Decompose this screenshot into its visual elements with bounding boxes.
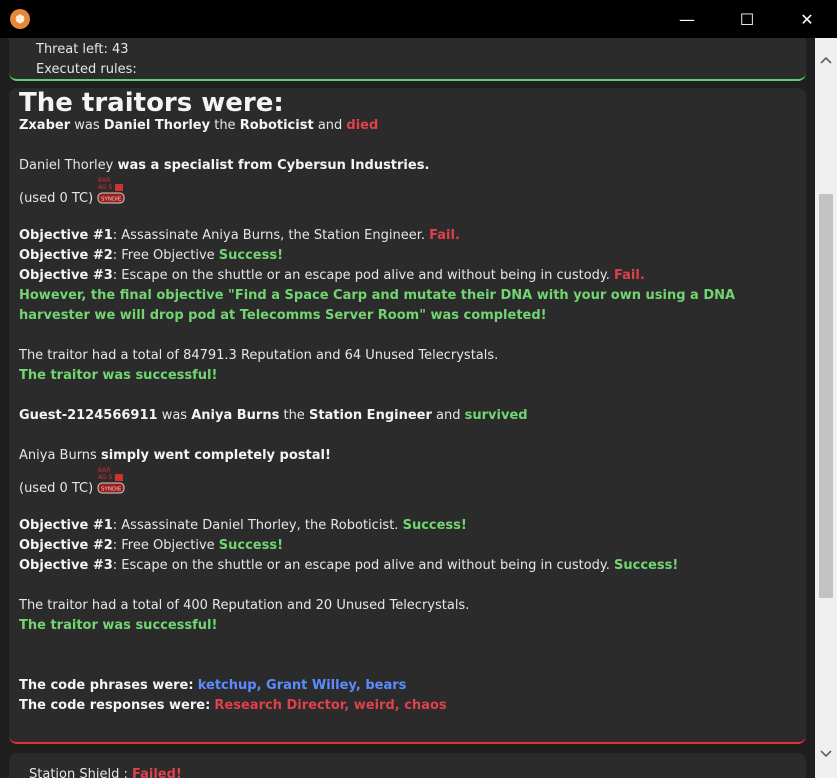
svg-text:AG S: AG S [98,474,113,481]
traitor-name: Aniya Burns [191,408,280,423]
syndicate-uplink-icon: BAR AG S SYNDIE [97,176,125,206]
vertical-scrollbar[interactable] [815,38,837,778]
traitor-1-uplink: (used 0 TC) BAR AG S SYNDIE [19,176,796,206]
traitor-1-objective-2: Objective #2: Free Objective Success! [19,248,284,263]
svg-text:SYNDIE: SYNDIE [101,487,122,493]
minimize-button[interactable]: — [657,0,717,38]
traitor-2-uplink: (used 0 TC) BAR AG S SYNDIE [19,466,796,496]
scroll-thumb[interactable] [819,194,833,598]
traitor-2-identity: Guest-2124566911 was Aniya Burns the Sta… [19,408,528,423]
traitors-heading: The traitors were: [19,88,284,118]
used-tc: (used 0 TC) [19,481,94,496]
traitor-1-summary: The traitor had a total of 84791.3 Reput… [19,348,499,363]
traitor-1-origin: Daniel Thorley was a specialist from Cyb… [19,158,430,173]
svg-text:BAR: BAR [98,177,110,184]
svg-text:AG S: AG S [98,184,113,191]
traitor-2-origin: Aniya Burns simply went completely posta… [19,448,331,463]
traitor-2-objective-2: Objective #2: Free Objective Success! [19,538,284,553]
code-responses: The code responses were: Research Direct… [19,698,447,713]
maximize-button[interactable]: ☐ [717,0,777,38]
traitor-2-objective-1: Objective #1: Assassinate Daniel Thorley… [19,518,467,533]
scroll-up-icon[interactable] [815,50,837,70]
traitor-2-objective-3: Objective #3: Escape on the shuttle or a… [19,558,679,573]
traitor-2-summary: The traitor had a total of 400 Reputatio… [19,598,470,613]
threat-panel: Threat left: 43 Executed rules: [9,38,806,81]
executed-rules: Executed rules: [36,62,137,77]
traitor-status: died [346,118,379,133]
traitor-status: survived [464,408,528,423]
traitor-1-objective-3: Objective #3: Escape on the shuttle or a… [19,268,645,283]
traitor-name: Daniel Thorley [103,118,211,133]
window-controls: — ☐ ✕ [657,0,837,38]
close-button[interactable]: ✕ [777,0,837,38]
used-tc: (used 0 TC) [19,191,94,206]
title-bar: ✲ — ☐ ✕ [0,0,837,38]
traitor-role: Roboticist [239,118,314,133]
traitors-panel: The traitors were: Zxaber was Daniel Tho… [9,88,806,744]
traitor-1-final-objective: However, the final objective "Find a Spa… [19,288,736,323]
scroll-down-icon[interactable] [815,744,837,764]
station-shield: Station Shield : Failed! [29,767,182,778]
code-phrases: The code phrases were: ketchup, Grant Wi… [19,678,407,693]
svg-text:BAR: BAR [98,467,110,474]
traitor-player: Zxaber [19,118,71,133]
app-icon[interactable]: ✲ [10,9,30,29]
traitor-player: Guest-2124566911 [19,408,158,423]
traitor-2-outcome: The traitor was successful! [19,618,218,633]
svg-text:SYNDIE: SYNDIE [101,197,122,203]
round-end-report: Threat left: 43 Executed rules: The trai… [0,38,815,778]
traitor-1-identity: Zxaber was Daniel Thorley the Roboticist… [19,118,379,133]
traitor-1-outcome: The traitor was successful! [19,368,218,383]
threat-left: Threat left: 43 [36,42,129,57]
station-shield-panel: Station Shield : Failed! [9,753,806,778]
syndicate-uplink-icon: BAR AG S SYNDIE [97,466,125,496]
traitor-role: Station Engineer [308,408,432,423]
traitor-1-objective-1: Objective #1: Assassinate Aniya Burns, t… [19,228,460,243]
